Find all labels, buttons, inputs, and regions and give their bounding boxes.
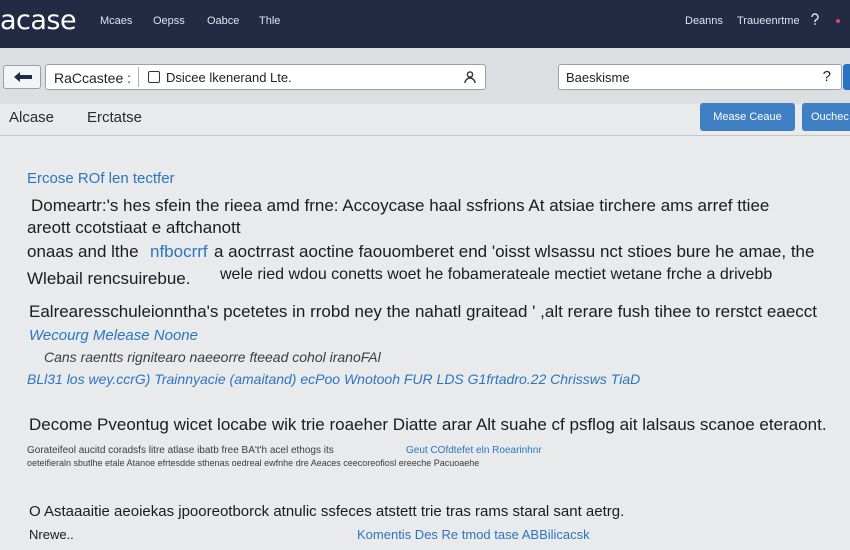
nav-link-right-1[interactable]: Deanns	[685, 15, 723, 27]
question-icon[interactable]	[810, 13, 820, 28]
content-heading-link[interactable]: Ercose ROf len tectfer	[27, 170, 175, 187]
paragraph-1-line-4b: wele ried wdou conetts woet he fobamerat…	[220, 266, 773, 283]
search-input[interactable]: Baeskisme ?	[558, 64, 842, 90]
nav-link-4[interactable]: Thle	[259, 15, 280, 27]
paragraph-2-blue-line[interactable]: BLl31 los wey.ccrG) Trainnyacie (amaitan…	[27, 371, 640, 387]
inline-link-1[interactable]: nfbocrrf	[150, 242, 208, 262]
arrow-left-icon	[14, 72, 32, 82]
paragraph-3-small-2: oeteifieraln sbutlhe etale Atanoe efrtes…	[27, 458, 480, 468]
footer-link[interactable]: Komentis Des Re tmod tase ABBilicacsk	[357, 527, 590, 542]
address-field[interactable]: RaCcastee : Dsicee lkenerand Lte.	[45, 64, 486, 90]
app-logo[interactable]: acase	[0, 5, 77, 36]
address-value[interactable]: Dsicee lkenerand Lte.	[166, 70, 292, 85]
paragraph-4-line-1: O Astaaaitie aeoiekas jpooreotborck atnu…	[29, 503, 625, 520]
paragraph-2-link[interactable]: Wecourg Melease Noone	[29, 327, 198, 344]
paragraph-1-line-3a: onaas and lthe	[27, 242, 139, 261]
nav-link-1[interactable]: Mcaes	[100, 15, 132, 27]
search-help-icon[interactable]: ?	[823, 68, 831, 85]
primary-action-button[interactable]: Mease Ceaue	[700, 103, 795, 131]
checkbox-icon[interactable]	[148, 71, 160, 83]
notification-dot	[836, 19, 840, 23]
footer-left-text: Nrewe..	[29, 527, 74, 542]
paragraph-1-line-4a: Wlebail rencsuirebue.	[27, 269, 191, 288]
nav-link-right-2[interactable]: Traueenrtme	[737, 15, 800, 27]
back-button[interactable]	[3, 65, 41, 89]
divider	[0, 135, 850, 136]
paragraph-2-sub: Cans raentts rignitearo naeeorre fteead …	[44, 349, 381, 365]
paragraph-1-line-1: Domeartr:'s hes sfein the rieea amd frne…	[31, 196, 770, 215]
search-value[interactable]: Baeskisme	[566, 70, 630, 85]
nav-link-3[interactable]: Oabce	[207, 15, 239, 27]
paragraph-3-small-link[interactable]: Geut COfdtefet eln Roearinhnr	[406, 445, 542, 456]
paragraph-1-line-3b: a aoctrrast aoctine faouomberet end 'ois…	[214, 242, 815, 261]
address-divider	[138, 67, 139, 87]
paragraph-3-line-1: Decome Pveontug wicet locabe wik trie ro…	[29, 415, 827, 434]
nav-link-2[interactable]: Oepss	[153, 15, 185, 27]
tab-erctatse[interactable]: Erctatse	[87, 109, 142, 126]
paragraph-2-line-1: Ealrearesschuleionntha's pcetetes in rro…	[29, 302, 817, 321]
secondary-action-button[interactable]: Ouchec	[802, 103, 850, 131]
edge-action-button[interactable]	[843, 64, 850, 90]
tab-alcase[interactable]: Alcase	[9, 109, 54, 126]
paragraph-1-line-2: areott ccotstiaat e aftchanott	[27, 218, 241, 237]
top-navbar: acase Mcaes Oepss Oabce Thle Deanns Trau…	[0, 0, 850, 48]
address-prefix[interactable]: RaCcastee :	[54, 70, 131, 86]
paragraph-3-small-1a: Gorateifeol aucitd coradsfs litre atlase…	[27, 445, 334, 456]
user-group-icon[interactable]	[463, 70, 477, 89]
